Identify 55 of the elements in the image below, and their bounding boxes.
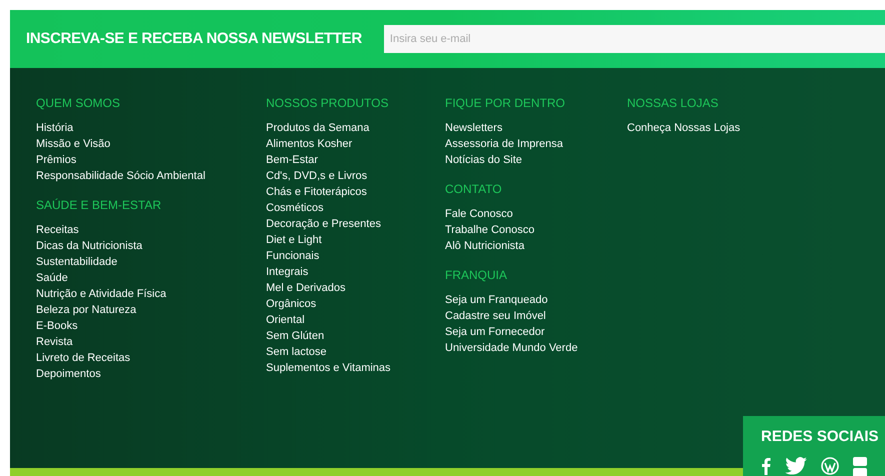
footer-link[interactable]: Missão e Visão	[36, 136, 110, 152]
section-heading: CONTATO	[445, 182, 503, 196]
footer-link[interactable]: Alimentos Kosher	[266, 136, 352, 152]
footer-link[interactable]: História	[36, 120, 74, 136]
section-heading: FIQUE POR DENTRO	[445, 96, 566, 110]
footer-link[interactable]: Seja um Fornecedor	[445, 324, 545, 340]
footer-link[interactable]: Beleza por Natureza	[36, 302, 136, 318]
footer-link[interactable]: Fale Conosco	[445, 206, 513, 222]
social-title: REDES SOCIAIS	[761, 427, 880, 447]
footer-link[interactable]: Nutrição e Atividade Física	[36, 286, 166, 302]
footer-link[interactable]: Newsletters	[445, 120, 502, 136]
footer-link[interactable]: Oriental	[266, 312, 305, 328]
footer-link[interactable]: Mel e Derivados	[266, 280, 346, 296]
section-heading: QUEM SOMOS	[36, 96, 122, 110]
newsletter-title: INSCREVA-SE E RECEBA NOSSA NEWSLETTER	[26, 28, 362, 49]
footer-link[interactable]: Depoimentos	[36, 366, 101, 382]
section-heading: NOSSOS PRODUTOS	[266, 96, 390, 110]
footer-link[interactable]: Sustentabilidade	[36, 254, 118, 270]
section-heading: FRANQUIA	[445, 268, 508, 282]
footer-link[interactable]: Sem lactose	[266, 344, 327, 360]
section-heading: NOSSAS LOJAS	[627, 96, 720, 110]
footer-link[interactable]: Dicas da Nutricionista	[36, 238, 142, 254]
footer-link[interactable]: E-Books	[36, 318, 78, 334]
footer-link[interactable]: Produtos da Semana	[266, 120, 370, 136]
footer-link[interactable]: Decoração e Presentes	[266, 216, 381, 232]
footer-link[interactable]: Prêmios	[36, 152, 76, 168]
footer-link[interactable]: Trabalhe Conosco	[445, 222, 534, 238]
footer-link[interactable]: Seja um Franqueado	[445, 292, 548, 308]
footer-link[interactable]: Sem Glúten	[266, 328, 324, 344]
footer-link[interactable]: Integrais	[266, 264, 308, 280]
footer-link[interactable]: Alô Nutricionista	[445, 238, 524, 254]
footer-link[interactable]: Cd's, DVD,s e Livros	[266, 168, 368, 184]
email-field[interactable]: Insira seu e-mail	[384, 25, 885, 53]
footer-link[interactable]: Cadastre seu Imóvel	[445, 308, 546, 324]
footer-link[interactable]: Revista	[36, 334, 73, 350]
footer-link[interactable]: Responsabilidade Sócio Ambiental	[36, 168, 206, 184]
footer-link[interactable]: Notícias do Site	[445, 152, 522, 168]
video-icon[interactable]	[853, 456, 867, 476]
bird-icon[interactable]	[785, 456, 807, 474]
footer-link[interactable]: Livreto de Receitas	[36, 350, 130, 366]
footer-link[interactable]: Universidade Mundo Verde	[445, 340, 578, 356]
footer-link[interactable]: Chás e Fitoterápicos	[266, 184, 367, 200]
footer-link[interactable]: Orgânicos	[266, 296, 316, 312]
footer-link[interactable]: Saúde	[36, 270, 68, 286]
facebook-icon[interactable]	[761, 456, 771, 474]
footer-link[interactable]: Cosméticos	[266, 200, 324, 216]
wordpress-icon[interactable]	[821, 456, 839, 474]
footer-link[interactable]: Diet e Light	[266, 232, 322, 248]
footer-link[interactable]: Conheça Nossas Lojas	[627, 120, 740, 136]
section-heading: SAÚDE E BEM-ESTAR	[36, 198, 162, 212]
footer-link[interactable]: Assessoria de Imprensa	[445, 136, 563, 152]
footer-link[interactable]: Funcionais	[266, 248, 320, 264]
footer-link[interactable]: Receitas	[36, 222, 79, 238]
footer-link[interactable]: Bem-Estar	[266, 152, 318, 168]
footer-link[interactable]: Suplementos e Vitaminas	[266, 360, 391, 376]
